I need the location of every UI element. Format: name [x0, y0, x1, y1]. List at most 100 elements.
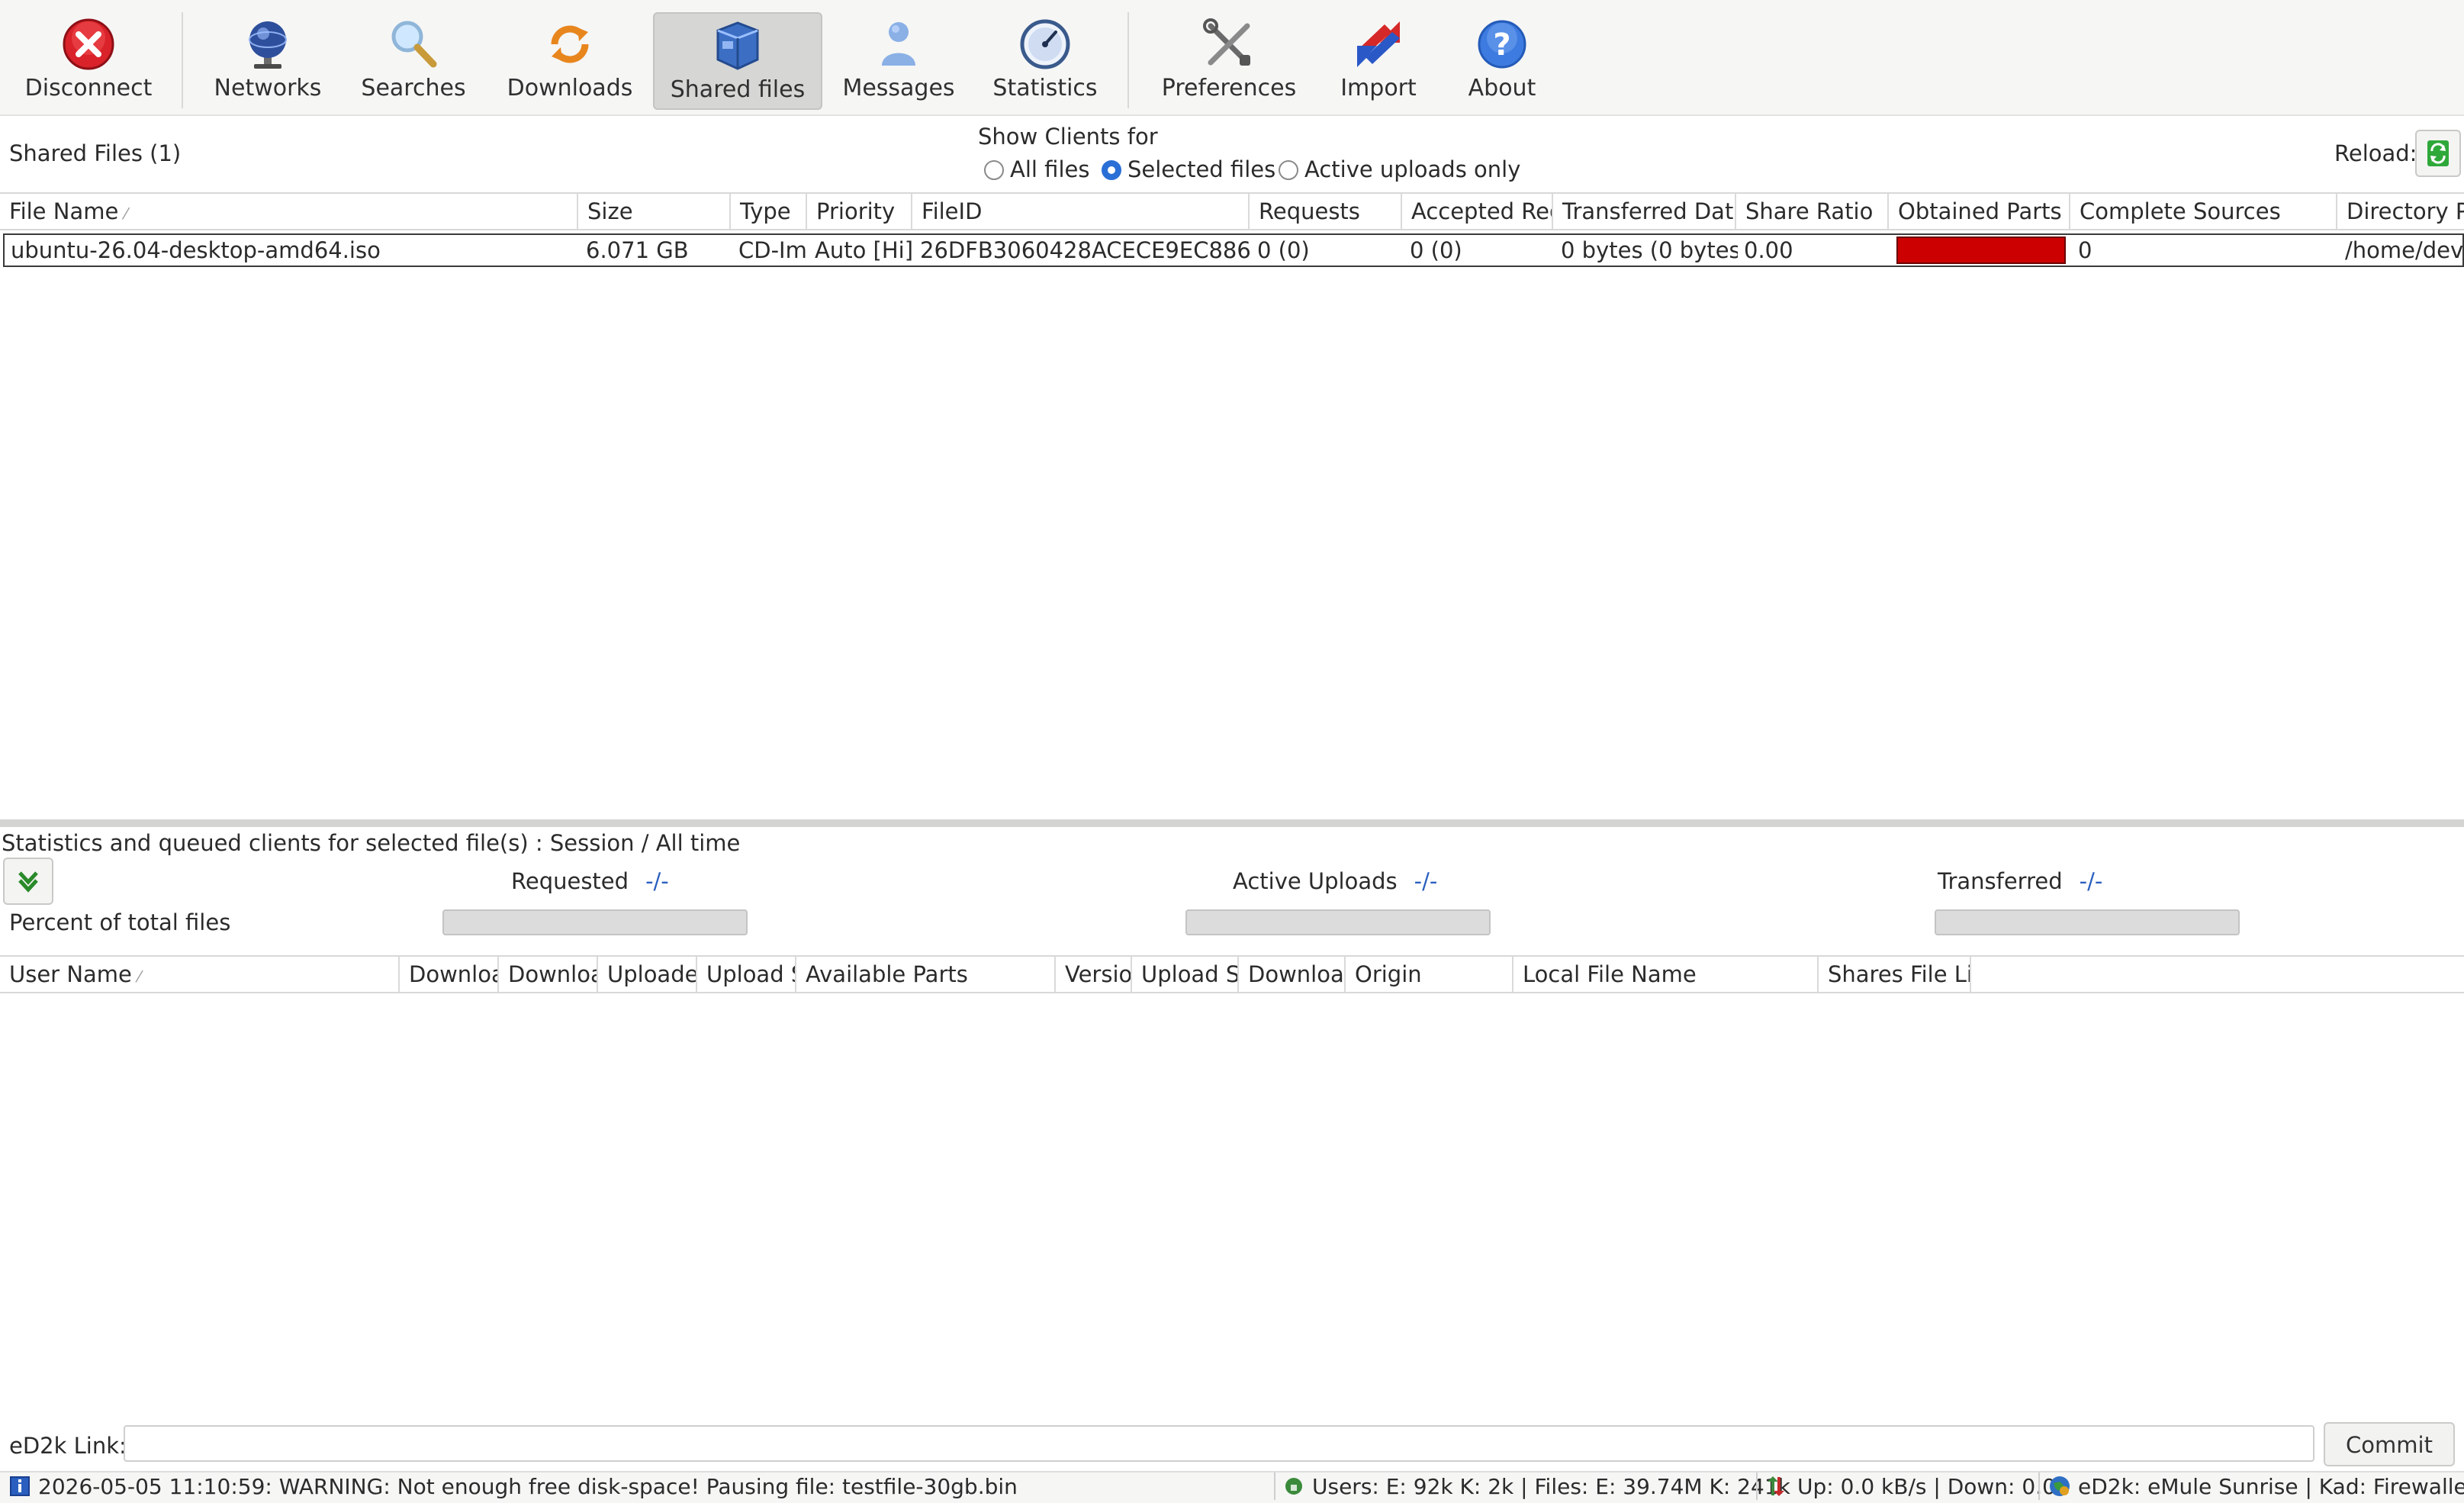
reload-label: Reload:	[2334, 140, 2417, 166]
preferences-icon	[1203, 18, 1250, 66]
shared-files-icon	[716, 21, 759, 70]
radio-indicator	[1279, 160, 1298, 180]
transferred-label: Transferred	[1938, 868, 2063, 894]
commit-button[interactable]: Commit	[2324, 1422, 2455, 1466]
disconnect-label: Disconnect	[24, 75, 153, 101]
networks-icon	[249, 21, 287, 69]
col-file-id[interactable]: FileID	[912, 194, 1250, 229]
svg-text:?: ?	[1493, 27, 1510, 63]
col-accepted-requests[interactable]: Accepted Req	[1402, 194, 1553, 229]
import-icon	[1357, 21, 1400, 67]
col-available-parts[interactable]: Available Parts	[796, 957, 1056, 992]
cell-file-name: ubuntu-26.04-desktop-amd64.iso	[11, 237, 381, 263]
col-priority[interactable]: Priority	[807, 194, 912, 229]
network-globe-icon	[2050, 1476, 2070, 1496]
active-uploads-label: Active Uploads	[1233, 868, 1398, 894]
col-upload-speed[interactable]: Upload S	[697, 957, 796, 992]
col-download-status[interactable]: Downloac	[1239, 957, 1346, 992]
radio-selected-files[interactable]: Selected files	[1102, 156, 1275, 182]
clients-header: User Name ⁄ Downloa Downloa Uploade Uploa…	[0, 955, 2464, 993]
cell-requests: 0 (0)	[1257, 237, 1310, 263]
status-users-files: Users: E: 92k K: 2k | Files: E: 39.74M K…	[1312, 1474, 1790, 1499]
col-directory[interactable]: Directory P	[2337, 194, 2464, 229]
cell-type: CD-Im	[738, 237, 807, 263]
cell-file-id: 26DFB3060428ACECE9EC8864DI	[920, 237, 1251, 263]
about-label: About	[1468, 75, 1536, 101]
shared-files-label: Shared files	[670, 76, 806, 103]
col-type[interactable]: Type	[731, 194, 807, 229]
status-log-message: 2026-05-05 11:10:59: WARNING: Not enough…	[38, 1474, 1018, 1499]
col-download-1[interactable]: Downloa	[400, 957, 499, 992]
disconnect-icon	[63, 18, 114, 70]
searches-button[interactable]: Searches	[348, 12, 479, 110]
obtained-parts-bar	[1896, 237, 2066, 264]
show-clients-label: Show Clients for	[978, 124, 1158, 150]
arrow-down-icon	[18, 871, 38, 893]
cell-obtained-parts	[1893, 235, 2070, 266]
ed2k-link-input[interactable]	[124, 1425, 2314, 1462]
messages-label: Messages	[842, 75, 955, 101]
shared-files-title: Shared Files (1)	[9, 140, 182, 166]
col-shares-file-list[interactable]: Shares File List	[1819, 957, 1971, 992]
pane-splitter[interactable]	[0, 819, 2464, 827]
networks-button[interactable]: Networks	[197, 12, 339, 110]
toolbar-separator	[182, 12, 183, 108]
col-local-file-name[interactable]: Local File Name	[1513, 957, 1819, 992]
import-label: Import	[1340, 75, 1417, 101]
requested-value: -/-	[645, 868, 669, 894]
main-toolbar: Disconnect Networks Searches Downloads S…	[0, 0, 2464, 116]
radio-all-files[interactable]: All files	[984, 156, 1089, 182]
statistics-icon	[1020, 19, 1070, 69]
searches-label: Searches	[361, 75, 466, 101]
status-network: eD2k: eMule Sunrise | Kad: Firewalled	[2078, 1474, 2464, 1499]
active-uploads-value: -/-	[1414, 868, 1438, 894]
transferred-stat: Transferred -/-	[1938, 868, 2102, 894]
cell-accepted: 0 (0)	[1410, 237, 1462, 263]
about-button[interactable]: ? About	[1445, 12, 1559, 110]
reload-icon	[2427, 140, 2449, 166]
collapse-stats-button[interactable]	[3, 858, 53, 905]
reload-button[interactable]	[2415, 130, 2461, 177]
table-row[interactable]: ubuntu-26.04-desktop-amd64.iso 6.071 GB …	[3, 233, 2464, 267]
col-user-name[interactable]: User Name ⁄	[0, 957, 400, 992]
search-icon	[391, 21, 437, 68]
radio-active-uploads[interactable]: Active uploads only	[1279, 156, 1520, 182]
about-icon: ?	[1478, 20, 1526, 69]
requested-progress-bar	[442, 909, 748, 935]
statistics-label: Statistics	[992, 75, 1098, 101]
status-transfer-rates: Up: 0.0 kB/s | Down: 0.0	[1797, 1474, 2056, 1499]
col-uploaded[interactable]: Uploade	[598, 957, 697, 992]
active-uploads-stat: Active Uploads -/-	[1233, 868, 1437, 894]
col-transferred-data[interactable]: Transferred Data	[1553, 194, 1736, 229]
requested-label: Requested	[511, 868, 629, 894]
import-button[interactable]: Import	[1323, 12, 1434, 110]
shared-files-button[interactable]: Shared files	[653, 12, 822, 110]
radio-selected-files-label: Selected files	[1127, 156, 1276, 182]
col-complete-sources[interactable]: Complete Sources	[2070, 194, 2337, 229]
col-upload-status[interactable]: Upload St	[1132, 957, 1239, 992]
downloads-button[interactable]: Downloads	[496, 12, 644, 110]
col-download-2[interactable]: Downloa	[499, 957, 598, 992]
col-file-name[interactable]: File Name ⁄	[0, 194, 578, 229]
sort-indicator-icon: ⁄	[124, 204, 127, 223]
users-icon	[1285, 1478, 1302, 1495]
col-origin[interactable]: Origin	[1346, 957, 1513, 992]
downloads-icon	[551, 25, 589, 63]
ed2k-link-label: eD2k Link:	[9, 1433, 127, 1459]
cell-share-ratio: 0.00	[1744, 237, 1793, 263]
preferences-button[interactable]: Preferences	[1144, 12, 1314, 110]
status-separator	[1274, 1472, 1275, 1500]
statistics-button[interactable]: Statistics	[976, 12, 1114, 110]
col-share-ratio[interactable]: Share Ratio	[1736, 194, 1889, 229]
messages-icon	[882, 22, 915, 66]
disconnect-button[interactable]: Disconnect	[12, 12, 165, 110]
cell-size: 6.071 GB	[586, 237, 689, 263]
networks-label: Networks	[214, 75, 322, 101]
messages-button[interactable]: Messages	[832, 12, 966, 110]
downloads-label: Downloads	[507, 75, 633, 101]
col-requests[interactable]: Requests	[1250, 194, 1402, 229]
col-size[interactable]: Size	[578, 194, 731, 229]
col-obtained-parts[interactable]: Obtained Parts	[1889, 194, 2070, 229]
col-version[interactable]: Versio	[1056, 957, 1132, 992]
col-user-name-label: User Name	[9, 961, 132, 987]
